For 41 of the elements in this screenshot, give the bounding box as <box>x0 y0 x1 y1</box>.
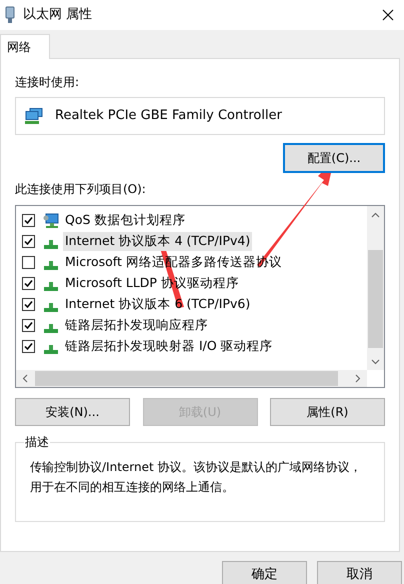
checkbox[interactable] <box>22 256 35 269</box>
scroll-thumb[interactable] <box>35 371 338 386</box>
checkbox[interactable] <box>22 235 35 248</box>
horizontal-scrollbar[interactable] <box>16 370 367 387</box>
vertical-scrollbar[interactable] <box>367 206 384 370</box>
scroll-left-icon[interactable] <box>22 374 28 383</box>
scroll-thumb[interactable] <box>368 250 383 348</box>
network-protocol-icon <box>44 324 58 332</box>
list-item[interactable]: Internet 协议版本 4 (TCP/IPv4) <box>63 232 252 251</box>
checkbox[interactable] <box>22 340 35 353</box>
tab[interactable]: 网络 <box>0 34 50 59</box>
checkbox[interactable] <box>22 214 35 227</box>
action-button[interactable]: 属性(R) <box>270 398 385 426</box>
network-protocol-icon <box>44 282 58 290</box>
action-button[interactable]: 安装(N)... <box>15 398 130 426</box>
list-item[interactable]: 链路层拓扑发现响应程序 <box>63 316 210 335</box>
scroll-down-icon[interactable] <box>371 359 380 365</box>
scroll-up-icon[interactable] <box>371 212 380 218</box>
network-cable-icon <box>5 6 15 24</box>
list-item[interactable]: QoS 数据包计划程序 <box>63 211 188 230</box>
window-title: 以太网 属性 <box>23 6 92 24</box>
configure-button[interactable]: 配置(C)... <box>283 143 385 173</box>
checkbox[interactable] <box>22 298 35 311</box>
description-text: 传输控制协议/Internet 协议。该协议是默认的广域网络协议，用于在不同的相互连接的网络上通信。 <box>30 459 363 496</box>
list-label: 此连接使用下列项目(O): <box>15 181 147 198</box>
network-protocol-icon <box>44 240 58 248</box>
close-icon[interactable] <box>382 9 394 21</box>
group-title: 描述 <box>24 433 50 451</box>
scroll-right-icon[interactable] <box>355 374 361 383</box>
network-protocol-icon <box>44 260 58 270</box>
field-label: 连接时使用: <box>15 74 80 91</box>
adapter-name: Realtek PCIe GBE Family Controller <box>55 107 282 126</box>
list-item[interactable]: 链路层拓扑发现映射器 I/O 驱动程序 <box>63 337 275 356</box>
monitor-icon <box>43 212 59 228</box>
dialog-button[interactable]: 确定 <box>222 561 307 584</box>
network-adapter-icon <box>25 108 43 124</box>
network-protocol-icon <box>44 302 58 312</box>
checkbox[interactable] <box>22 319 35 332</box>
checkbox[interactable] <box>22 277 35 290</box>
network-protocol-icon <box>44 344 58 354</box>
dialog-button[interactable]: 取消 <box>317 561 402 584</box>
